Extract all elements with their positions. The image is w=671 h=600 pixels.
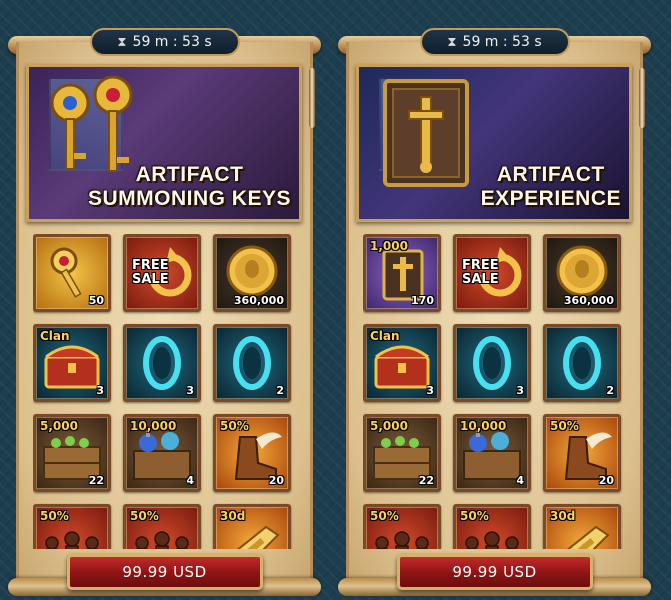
reward-item-potion-crate[interactable]: 10,000 4 [453,414,531,492]
item-tag: 10,000 [460,419,507,433]
reward-item-horn[interactable]: 30d [213,504,291,549]
banner-title-line2: EXPERIENCE [480,187,621,210]
reward-item-artifact-xp-book[interactable]: 1,000 170 [363,234,441,312]
item-tag: 5,000 [370,419,408,433]
item-tag: 5,000 [40,419,78,433]
banner-title-line2: SUMMONING KEYS [87,187,291,210]
item-tag: 30d [220,509,246,523]
buy-button[interactable]: 99.99 USD [396,554,593,590]
reward-item-winged-boot[interactable]: 50% 20 [213,414,291,492]
banner-title: ARTIFACT SUMMONING KEYS [88,163,291,211]
item-tag: Clan [370,329,400,343]
reward-item-gold-coin[interactable]: 360,000 [213,234,291,312]
item-count: 3 [186,384,194,397]
item-count: 22 [88,474,104,487]
banner-title-line1: ARTIFACT [135,163,244,186]
reward-item-army[interactable]: 50% [33,504,111,549]
hourglass-icon: ⧗ [447,34,457,50]
item-count: 170 [411,294,434,307]
item-count: 20 [268,474,284,487]
scrollbar-thumb[interactable] [309,68,315,128]
item-count: 3 [516,384,524,397]
item-count: 4 [186,474,194,487]
reward-item-army[interactable]: 50% [123,504,201,549]
item-count: 2 [276,384,284,397]
item-tag: 50% [130,509,159,523]
reward-item-free-sale[interactable]: FREE SALE [453,234,531,312]
reward-item-supplies-crate[interactable]: 5,000 22 [363,414,441,492]
reward-item-clan-chest[interactable]: Clan 3 [33,324,111,402]
reward-item-supplies-crate[interactable]: 5,000 22 [33,414,111,492]
item-count: 20 [598,474,614,487]
item-tag: 10,000 [130,419,177,433]
offer-timer: ⧗ 59 m : 53 s [89,28,240,56]
item-tag: 50% [460,509,489,523]
item-tag: 50% [550,419,579,433]
item-count: 22 [418,474,434,487]
item-tag: 1,000 [370,239,408,253]
hourglass-icon: ⧗ [117,34,127,50]
reward-item-free-sale[interactable]: FREE SALE [123,234,201,312]
item-count: 2 [606,384,614,397]
item-tag: 50% [220,419,249,433]
banner-title: ARTIFACT EXPERIENCE [481,163,621,211]
item-grid: 50 FREE SALE 360,000 Clan 3 3 2 5,000 22 10,000 4 5… [33,234,297,549]
item-tag: Clan [40,329,70,343]
banner-title-line1: ARTIFACT [496,163,605,186]
reward-item-summoning-key[interactable]: 50 [33,234,111,312]
offer-panel-artifact-experience: ⧗ 59 m : 53 s ARTIFACT EXPERIENCE 1,000 1… [338,28,651,600]
item-count: 3 [96,384,104,397]
item-grid: 1,000 170 FREE SALE 360,000 Clan 3 3 2 5,000 22 10… [363,234,627,549]
buy-button[interactable]: 99.99 USD [66,554,263,590]
reward-item-army[interactable]: 50% [363,504,441,549]
item-count: 360,000 [563,294,614,307]
reward-item-gold-coin[interactable]: 360,000 [543,234,621,312]
reward-item-army[interactable]: 50% [453,504,531,549]
reward-item-horn[interactable]: 30d [543,504,621,549]
reward-item-portal[interactable]: 2 [543,324,621,402]
reward-item-winged-boot[interactable]: 50% 20 [543,414,621,492]
reward-item-portal[interactable]: 3 [453,324,531,402]
scrollbar-thumb[interactable] [639,68,645,128]
offer-panel-summoning-keys: ⧗ 59 m : 53 s ARTIFACT SUMMONING KEYS 50… [8,28,321,600]
timer-text: 59 m : 53 s [132,34,212,50]
reward-item-potion-crate[interactable]: 10,000 4 [123,414,201,492]
offer-banner: ARTIFACT EXPERIENCE [356,64,632,222]
item-count: 360,000 [233,294,284,307]
item-tag: FREE SALE [462,258,499,287]
reward-item-clan-chest[interactable]: Clan 3 [363,324,441,402]
item-count: 50 [88,294,104,307]
reward-item-portal[interactable]: 3 [123,324,201,402]
item-tag: 50% [370,509,399,523]
item-tag: 50% [40,509,69,523]
item-tag: FREE SALE [132,258,169,287]
book-icon [383,79,469,187]
reward-item-portal[interactable]: 2 [213,324,291,402]
item-count: 3 [426,384,434,397]
timer-text: 59 m : 53 s [462,34,542,50]
item-count: 4 [516,474,524,487]
offer-timer: ⧗ 59 m : 53 s [419,28,570,56]
item-tag: 30d [550,509,576,523]
offer-banner: ARTIFACT SUMMONING KEYS [26,64,302,222]
